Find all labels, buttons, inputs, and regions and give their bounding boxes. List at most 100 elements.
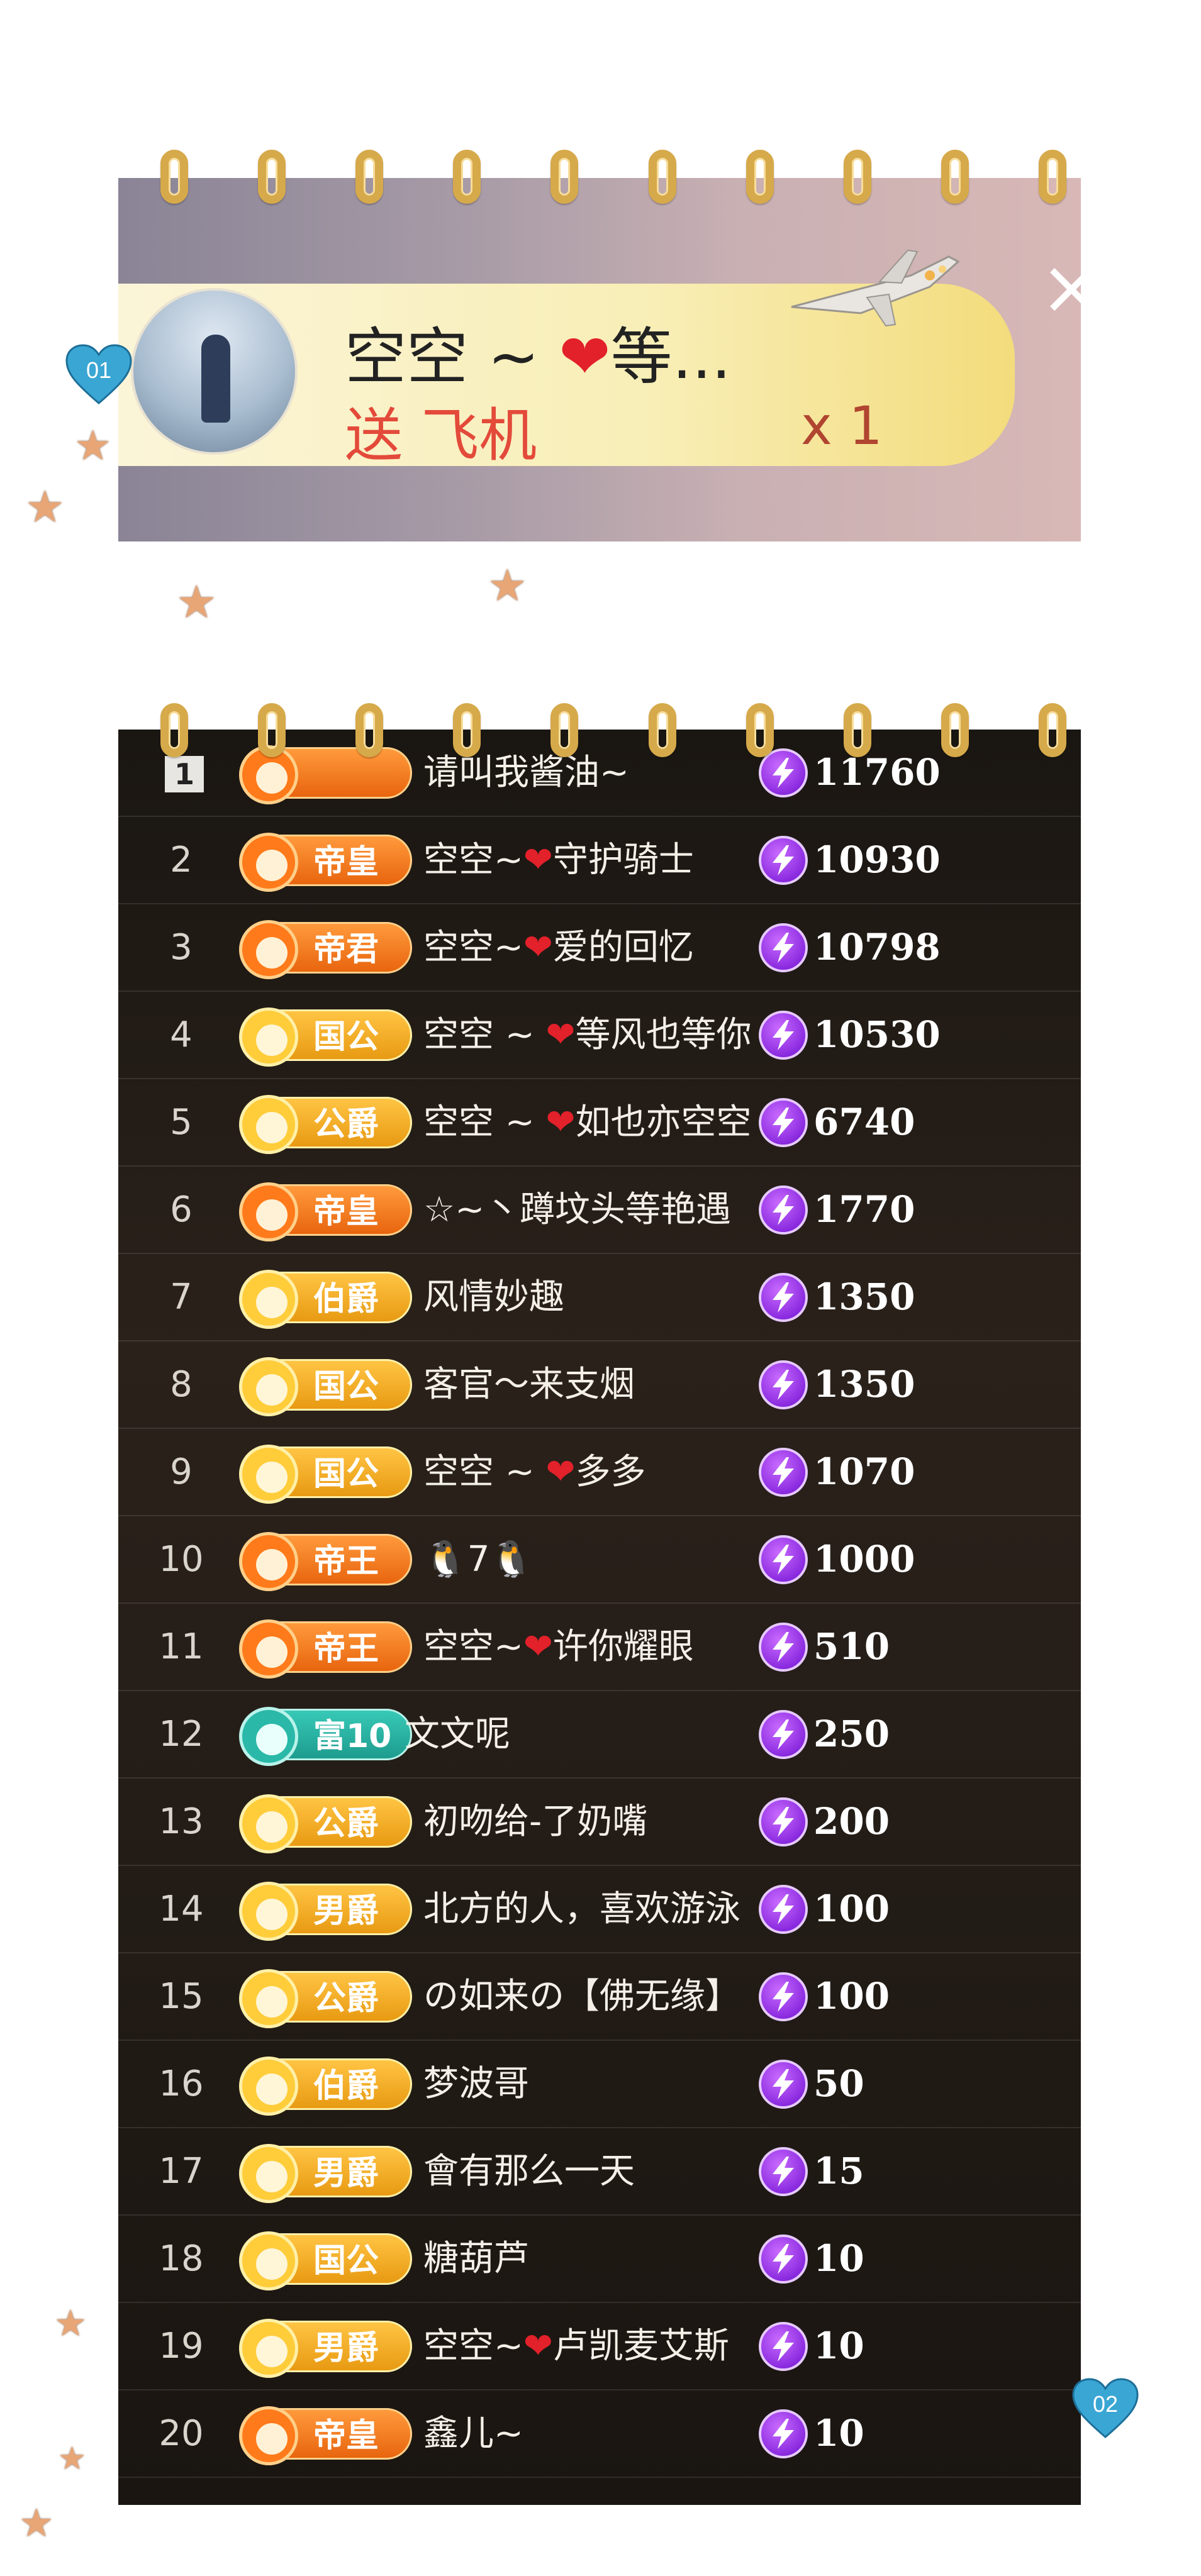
avatar[interactable] [131, 288, 298, 455]
user-name: 空空~❤守护骑士 [423, 840, 694, 880]
ranking-row[interactable]: 13 公爵 初吻给-了奶嘴 200 [118, 1779, 1081, 1866]
level-badge: 公爵 [239, 1095, 412, 1154]
spiral-ring [648, 703, 676, 757]
ranking-row[interactable]: 4 国公 空空 ~ ❤等风也等你 10530 [118, 992, 1081, 1079]
contribution-value: 50 [813, 2062, 864, 2105]
contribution-value: 6740 [813, 1101, 915, 1143]
badge-label: 国公 [313, 2242, 379, 2280]
ranking-row[interactable]: 9 国公 空空 ~ ❤多多 1070 [118, 1429, 1081, 1516]
spiral-binding-bottom [160, 703, 1066, 772]
rank-number: 14 [159, 1889, 204, 1929]
level-badge: 富10 [239, 1707, 412, 1766]
badge-emblem-icon [239, 2319, 298, 2378]
spiral-ring [746, 150, 774, 204]
badge-emblem-icon [239, 1969, 298, 2028]
ranking-row[interactable]: 16 伯爵 梦波哥 50 [118, 2041, 1081, 2128]
badge-emblem-icon [239, 1095, 298, 1154]
ranking-row[interactable]: 14 男爵 北方的人，喜欢游泳 100 [118, 1866, 1081, 1953]
contribution-value: 10 [813, 2324, 864, 2367]
rank-number: 17 [159, 2151, 204, 2192]
ranking-row[interactable]: 19 男爵 空空~❤卢凯麦艾斯 10 [118, 2303, 1081, 2390]
ranking-row[interactable]: 12 富10 文文呢 250 [118, 1691, 1081, 1779]
ranking-row[interactable]: 15 公爵 の如来の【佛无缘】 100 [118, 1953, 1081, 2041]
ranking-row[interactable]: 18 国公 糖葫芦 10 [118, 2216, 1081, 2303]
user-name: 初吻给-了奶嘴 [423, 1801, 648, 1842]
rank-number: 16 [159, 2063, 204, 2104]
lightning-bolt-icon [759, 1623, 808, 1672]
user-name: 空空~❤许你耀眼 [423, 1626, 694, 1667]
user-name: の如来の【佛无缘】 [423, 1976, 740, 2017]
badge-emblem-icon [239, 1619, 298, 1679]
ranking-row[interactable]: 20 帝皇 鑫儿~ 10 [118, 2390, 1081, 2478]
rank-number: 20 [159, 2413, 204, 2454]
spiral-ring [648, 150, 676, 204]
user-name: 空空~❤爱的回忆 [423, 927, 694, 968]
gift-sender-name: 空空 ~ ❤等... [345, 321, 732, 393]
gift-action-text: 送 飞机 [345, 402, 537, 469]
badge-emblem-icon [239, 2144, 298, 2203]
ranking-row[interactable]: 7 伯爵 风情妙趣 1350 [118, 1254, 1081, 1341]
rank-number: 8 [170, 1364, 193, 1405]
user-name: 空空~❤卢凯麦艾斯 [423, 2326, 729, 2367]
contribution-value: 10798 [813, 926, 941, 969]
heart-icon: ❤ [523, 927, 553, 968]
spiral-ring [160, 150, 188, 204]
lightning-bolt-icon [759, 1185, 808, 1235]
contribution-value: 100 [813, 1887, 890, 1930]
badge-emblem-icon [239, 1445, 298, 1504]
badge-emblem-icon [239, 1707, 298, 1766]
spiral-ring [258, 703, 286, 757]
spiral-ring [1038, 703, 1066, 757]
rank-number: 6 [170, 1189, 193, 1230]
ranking-row[interactable]: 5 公爵 空空 ~ ❤如也亦空空 6740 [118, 1079, 1081, 1167]
close-icon[interactable]: × [1037, 250, 1081, 326]
rank-number: 5 [170, 1102, 193, 1143]
ranking-row[interactable]: 10 帝王 🐧7🐧 1000 [118, 1516, 1081, 1604]
badge-emblem-icon [239, 833, 298, 892]
lightning-bolt-icon [759, 1535, 808, 1584]
rank-number: 18 [159, 2238, 204, 2279]
lightning-bolt-icon [759, 1885, 808, 1934]
star-icon: ★ [74, 421, 112, 470]
ranking-row[interactable]: 17 男爵 會有那么一天 15 [118, 2128, 1081, 2216]
user-name: 文文呢 [405, 1714, 510, 1755]
user-name: 空空 ~ ❤如也亦空空 [423, 1102, 752, 1143]
badge-label: 国公 [313, 1018, 379, 1056]
user-name: 风情妙趣 [423, 1277, 564, 1318]
heart-marker-01: 01 [64, 343, 133, 406]
star-icon: ★ [54, 2302, 87, 2345]
level-badge: 国公 [239, 1445, 412, 1504]
contribution-value: 10 [813, 2412, 864, 2455]
user-name: 客官～来支烟 [423, 1364, 635, 1405]
heart-icon: ❤ [545, 1014, 576, 1055]
contribution-value: 15 [813, 2150, 864, 2192]
badge-label: 男爵 [313, 1892, 379, 1930]
level-badge: 公爵 [239, 1969, 412, 2028]
badge-emblem-icon [239, 1182, 298, 1241]
contribution-value: 1350 [813, 1363, 915, 1406]
spiral-ring [941, 150, 969, 204]
badge-label: 伯爵 [313, 2067, 379, 2105]
badge-emblem-icon [239, 2057, 298, 2116]
spiral-ring [453, 703, 481, 757]
ranking-row[interactable]: 2 帝皇 空空~❤守护骑士 10930 [118, 817, 1081, 904]
rank-number: 3 [170, 927, 193, 968]
badge-emblem-icon [239, 2231, 298, 2290]
lightning-bolt-icon [759, 1710, 808, 1759]
lightning-bolt-icon [759, 1011, 808, 1060]
ranking-row[interactable]: 8 国公 客官～来支烟 1350 [118, 1341, 1081, 1429]
badge-emblem-icon [239, 1357, 298, 1416]
badge-emblem-icon [239, 1794, 298, 1853]
rank-number: 2 [170, 840, 193, 880]
ranking-row[interactable]: 6 帝皇 ☆~丶蹲坟头等艳遇 1770 [118, 1167, 1081, 1254]
ranking-row[interactable]: 11 帝王 空空~❤许你耀眼 510 [118, 1604, 1081, 1691]
badge-label: 男爵 [313, 2155, 379, 2192]
lightning-bolt-icon [759, 1797, 808, 1846]
lightning-bolt-icon [759, 1972, 808, 2021]
contribution-ranking-list: 1 请叫我酱油~ 11760 2 帝皇 空空~❤守护骑士 10930 3 帝君 空空~❤爱的回忆 1… [118, 730, 1081, 2505]
star-icon: ★ [176, 575, 217, 628]
ranking-row[interactable]: 3 帝君 空空~❤爱的回忆 10798 [118, 904, 1081, 992]
star-icon: ★ [25, 481, 65, 533]
contribution-value: 200 [813, 1800, 890, 1843]
level-badge: 帝王 [239, 1619, 412, 1679]
